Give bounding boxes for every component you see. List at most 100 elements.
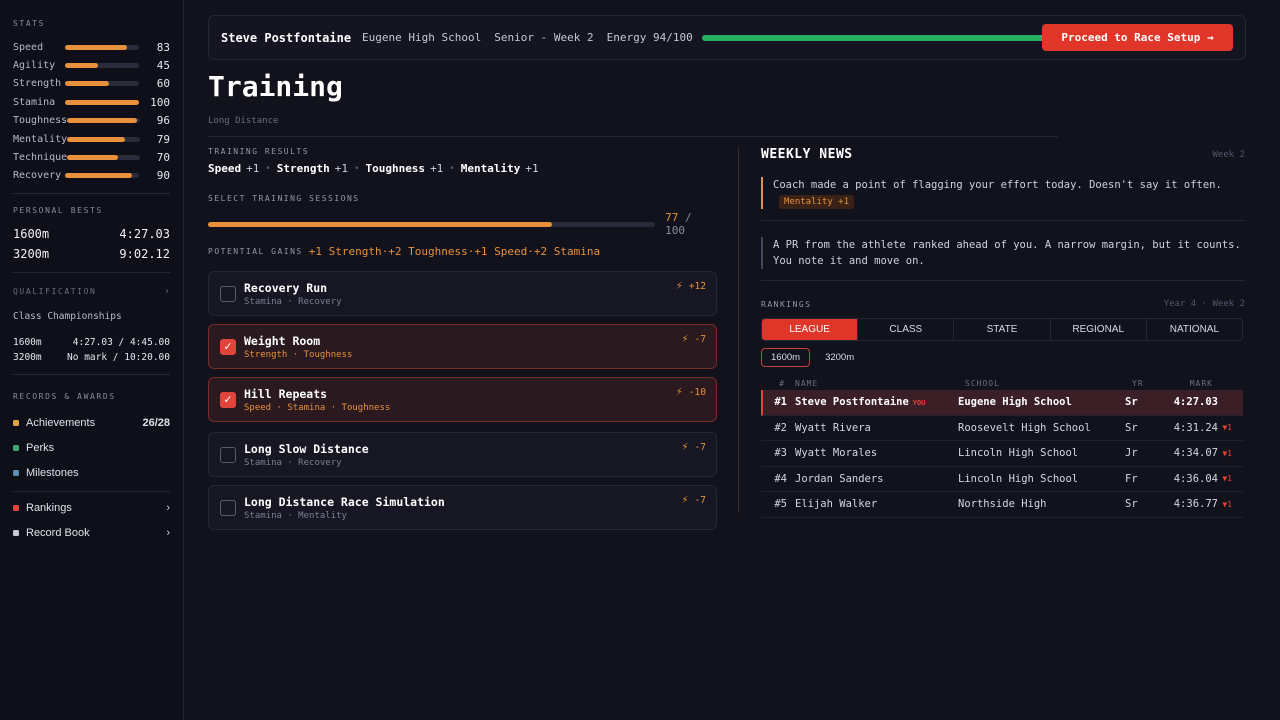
stat-name: Agility xyxy=(13,60,56,72)
training-result: Speed +1 xyxy=(208,162,259,175)
athlete-name: Steve Postfontaine xyxy=(221,30,352,45)
stat-value: 100 xyxy=(150,95,170,109)
rankings-title: RANKINGS xyxy=(761,299,812,309)
stat-value: 96 xyxy=(156,114,170,128)
tab-regional[interactable]: REGIONAL xyxy=(1051,319,1147,340)
sidebar-link-label: Record Book xyxy=(26,526,90,539)
session-card[interactable]: Long Distance Race Simulation Stamina · M… xyxy=(208,485,717,530)
session-tags: Stamina · Recovery xyxy=(244,297,342,307)
stat-row: Toughness 96 xyxy=(13,112,170,130)
lightning-icon: ⚡ xyxy=(681,442,689,453)
records-list: Achievements 26/28 Perks Milestones xyxy=(13,411,170,485)
session-budget-fill xyxy=(208,221,553,227)
session-card[interactable]: ✓ Weight Room Strength · Toughness ⚡ -7 xyxy=(208,324,717,369)
session-tags: Stamina · Recovery xyxy=(244,458,342,468)
session-name: Hill Repeats xyxy=(244,387,328,401)
stat-name: Mentality xyxy=(13,133,68,145)
mark-cell: 4:36.77 xyxy=(1173,498,1218,511)
stat-row: Agility 45 xyxy=(13,56,170,74)
session-name: Long Distance Race Simulation xyxy=(244,495,445,509)
year-cell: Sr xyxy=(1125,421,1138,434)
stat-name: Technique xyxy=(13,152,68,164)
tab-national[interactable]: NATIONAL xyxy=(1147,319,1242,340)
session-card[interactable]: Long Slow Distance Stamina · Recovery ⚡ -7 xyxy=(208,432,717,477)
result-stat: Strength xyxy=(276,162,330,175)
session-energy-cost: ⚡ -10 xyxy=(676,387,706,398)
stat-value: 83 xyxy=(156,40,170,54)
table-row[interactable]: #3 Wyatt Morales Lincoln High School Jr 4:34… xyxy=(761,441,1243,467)
result-delta: +1 xyxy=(525,162,539,175)
sidebar-link-record-book[interactable]: Record Book › xyxy=(13,521,170,546)
school-name: Eugene High School xyxy=(362,31,482,44)
personal-bests-list: 1600m 4:27.03 3200m 9:02.12 xyxy=(13,224,170,264)
sidebar-item-perks[interactable]: Perks xyxy=(13,436,170,461)
year-cell: Sr xyxy=(1125,498,1138,511)
year-cell: Fr xyxy=(1125,472,1138,485)
tab-class[interactable]: CLASS xyxy=(858,319,955,340)
rank-cell: #3 xyxy=(774,447,787,460)
sidebar-links: Rankings › Record Book › xyxy=(13,496,170,545)
energy-bar-fill xyxy=(701,34,1052,41)
sidebar-link-rankings[interactable]: Rankings › xyxy=(13,496,170,521)
rankings-tabs: LEAGUE CLASS STATE REGIONAL NATIONAL xyxy=(761,318,1243,341)
stat-gain-badge: Mentality +1 xyxy=(779,195,855,209)
select-sessions-title: SELECT TRAINING SESSIONS xyxy=(208,194,360,203)
session-card[interactable]: ✓ Hill Repeats Speed · Stamina · Toughness… xyxy=(208,377,717,422)
stat-bar xyxy=(64,44,140,50)
stat-value: 90 xyxy=(156,169,170,183)
distance-tab-1600m[interactable]: 1600m xyxy=(761,348,811,367)
session-checkbox[interactable]: ✓ xyxy=(220,392,236,408)
name-cell: Wyatt Rivera xyxy=(787,422,958,434)
sidebar-item-milestones[interactable]: Milestones xyxy=(13,460,170,485)
energy-label: Energy 94/100 xyxy=(606,31,693,44)
potential-gains-values: +1 Strength·+2 Toughness·+1 Speed·+2 Sta… xyxy=(308,245,601,258)
athlete-name: Jordan Sanders xyxy=(795,472,884,485)
pb-time: 9:02.12 xyxy=(119,247,170,262)
table-row[interactable]: #1 Steve Postfontaine YOU Eugene High Schoo… xyxy=(761,390,1243,416)
stat-value: 79 xyxy=(156,132,170,146)
qual-event: 3200m xyxy=(13,352,42,364)
status-bar: Steve Postfontaine Eugene High School Se… xyxy=(208,15,1246,60)
chevron-right-icon: › xyxy=(166,502,170,515)
session-checkbox[interactable] xyxy=(220,447,236,463)
stat-row: Recovery 90 xyxy=(13,167,170,185)
you-badge: YOU xyxy=(912,399,926,408)
year-cell: Sr xyxy=(1125,396,1138,409)
table-row[interactable]: #4 Jordan Sanders Lincoln High School Fr 4:3… xyxy=(761,467,1243,492)
bullet-icon xyxy=(13,469,19,476)
chevron-right-icon: › xyxy=(163,286,170,298)
stat-bar-fill xyxy=(67,136,125,142)
distance-tab-3200m[interactable]: 3200m xyxy=(815,348,864,367)
qual-event: 1600m xyxy=(13,337,42,349)
results-separator: • xyxy=(354,163,360,174)
table-row[interactable]: #5 Elijah Walker Northside High Sr 4:36.77 ▼1 xyxy=(761,492,1243,518)
stats-title: STATS xyxy=(13,19,46,28)
stat-bar-fill xyxy=(67,118,138,124)
results-separator: • xyxy=(265,163,271,174)
name-cell: Jordan Sanders xyxy=(787,473,958,485)
session-tags: Stamina · Mentality xyxy=(244,511,347,521)
training-result: Strength +1 xyxy=(277,162,348,175)
tab-league[interactable]: LEAGUE xyxy=(762,319,859,340)
stat-name: Stamina xyxy=(13,96,56,108)
col-rank: # xyxy=(779,378,785,388)
sidebar-item-achievements[interactable]: Achievements 26/28 xyxy=(13,411,170,436)
news-panel: WEEKLY NEWS Week 2 Coach made a point of… xyxy=(761,147,1245,518)
result-delta: +1 xyxy=(246,162,260,175)
sidebar-item-label: Achievements xyxy=(26,417,96,430)
table-header: # NAME SCHOOL YR MARK xyxy=(761,376,1243,390)
session-checkbox[interactable] xyxy=(220,500,236,516)
records-title: RECORDS & AWARDS xyxy=(13,392,116,402)
session-checkbox[interactable]: ✓ xyxy=(220,339,236,355)
tab-state[interactable]: STATE xyxy=(954,319,1051,340)
stat-row: Strength 60 xyxy=(13,75,170,93)
proceed-to-race-setup-button[interactable]: Proceed to Race Setup → xyxy=(1042,24,1233,51)
qualification-header[interactable]: QUALIFICATION › xyxy=(13,286,170,297)
session-card[interactable]: Recovery Run Stamina · Recovery ⚡ +12 xyxy=(208,271,717,316)
table-row[interactable]: #2 Wyatt Rivera Roosevelt High School Sr 4:3… xyxy=(761,416,1243,441)
qualification-meet: Class Championships xyxy=(13,311,122,323)
session-cost-value: -7 xyxy=(694,442,706,453)
stat-name: Toughness xyxy=(13,115,68,127)
news-divider xyxy=(761,280,1245,281)
session-checkbox[interactable] xyxy=(220,286,236,302)
